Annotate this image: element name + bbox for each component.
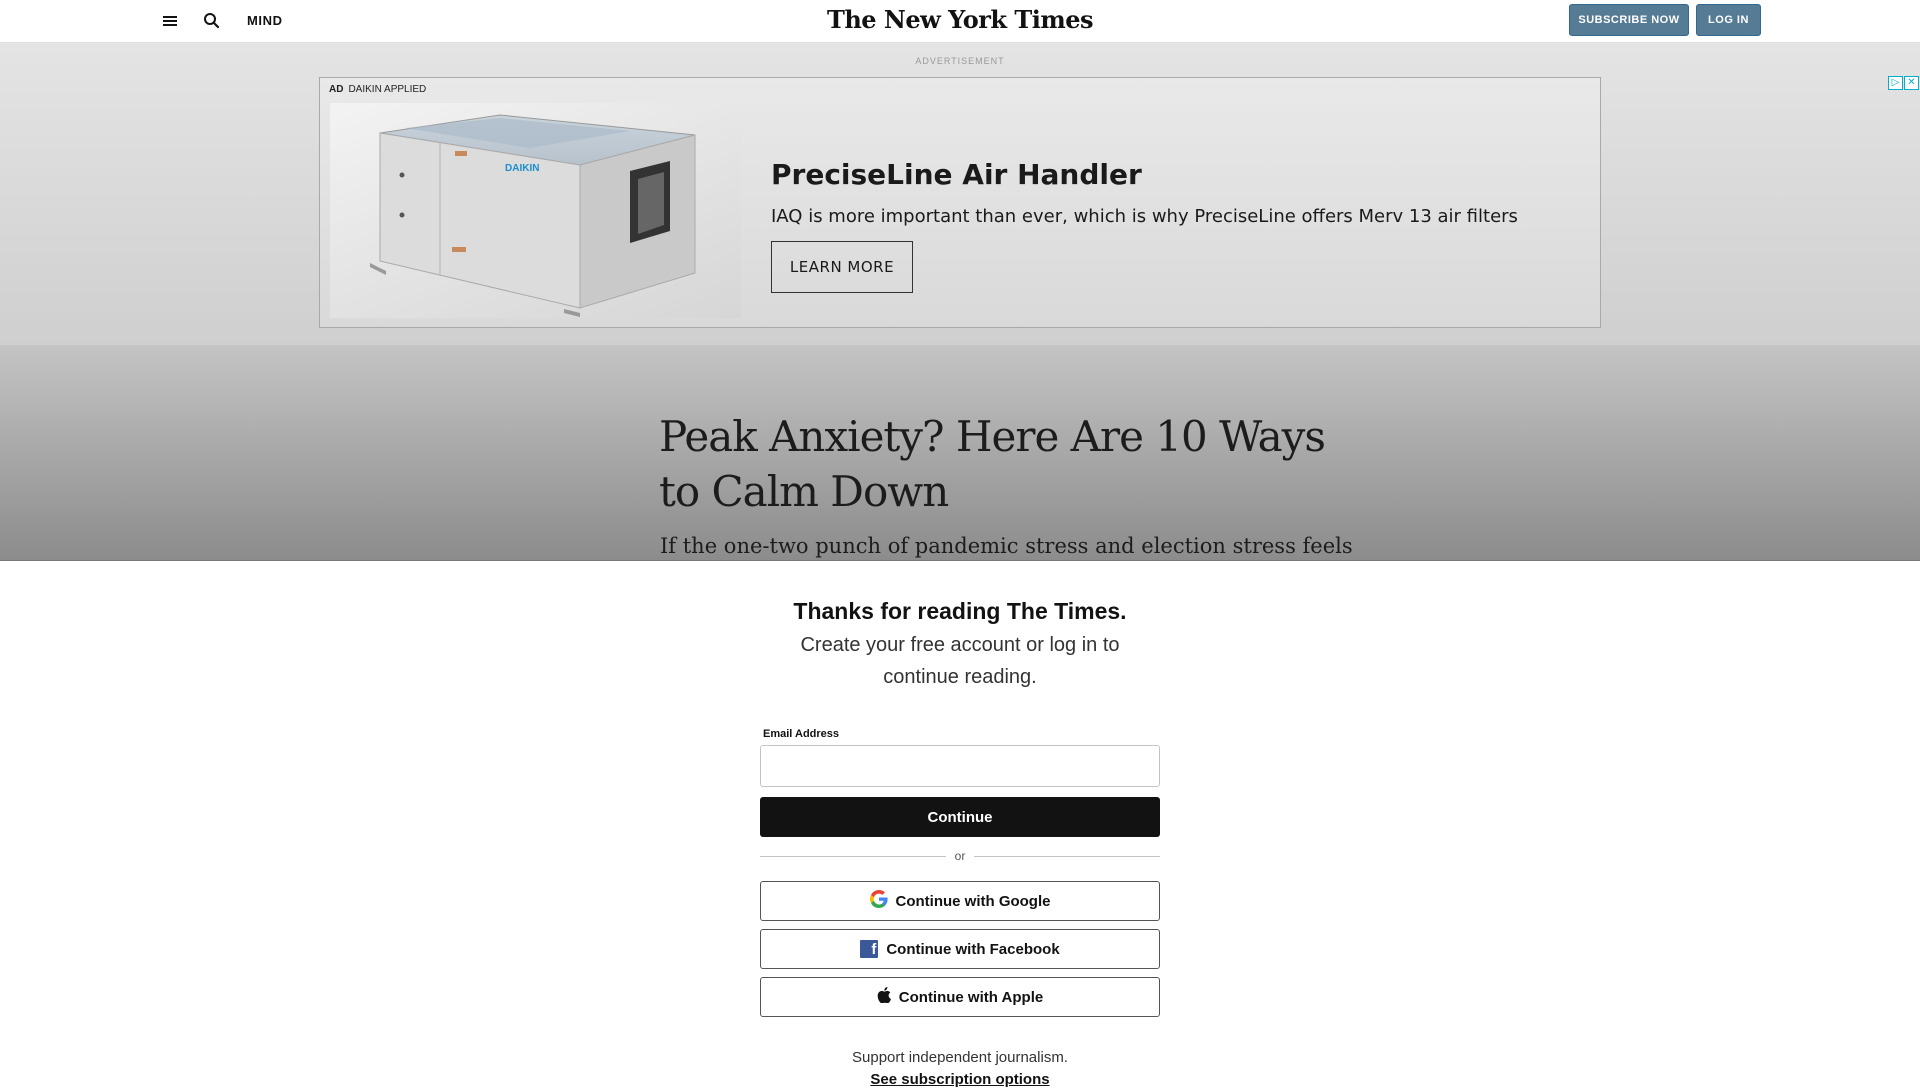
adchoices-icon[interactable]: ▷: [1888, 76, 1903, 90]
adchoices: ▷ ✕: [1888, 76, 1919, 90]
regwall-title: Thanks for reading The Times.: [793, 598, 1127, 624]
ad-close-icon[interactable]: ✕: [1904, 76, 1919, 90]
or-divider: or: [760, 849, 1160, 863]
ad-band: ADVERTISEMENT ▷ ✕ AD DAIKIN APPLIED DAIK…: [0, 43, 1920, 345]
support-text: Support independent journalism.: [852, 1049, 1068, 1066]
login-button[interactable]: LOG IN: [1696, 4, 1761, 36]
ad-product-image[interactable]: DAIKIN: [330, 103, 741, 318]
ad-advertiser: DAIKIN APPLIED: [348, 84, 427, 95]
continue-with-google-button[interactable]: Continue with Google: [760, 881, 1160, 921]
ad-tag: AD: [329, 84, 344, 95]
continue-with-apple-button[interactable]: Continue with Apple: [760, 977, 1160, 1017]
learn-more-button[interactable]: LEARN MORE: [771, 241, 913, 293]
divider-line-right: [974, 856, 1160, 857]
ad-sponsor: AD DAIKIN APPLIED: [329, 84, 426, 95]
regwall-subtitle: Create your free account or log in to co…: [800, 634, 1120, 688]
ad-headline[interactable]: PreciseLine Air Handler: [771, 158, 1142, 191]
section-link[interactable]: MIND: [247, 13, 283, 28]
email-field[interactable]: [760, 745, 1160, 787]
article-backdrop: ADVERTISEMENT ▷ ✕ AD DAIKIN APPLIED DAIK…: [0, 43, 1920, 560]
article-headline: Peak Anxiety? Here Are 10 Ways to Calm D…: [659, 412, 1326, 516]
article-summary: If the one-two punch of pandemic stress …: [660, 534, 1353, 558]
nyt-logo[interactable]: The New York Times: [827, 5, 1094, 34]
apple-icon: [877, 987, 891, 1007]
ad-body-text: IAQ is more important than ever, which i…: [771, 206, 1518, 227]
continue-button[interactable]: Continue: [760, 797, 1160, 837]
facebook-button-label: Continue with Facebook: [886, 940, 1060, 958]
apple-button-label: Continue with Apple: [898, 988, 1044, 1006]
article-preview: Peak Anxiety? Here Are 10 Ways to Calm D…: [0, 345, 1920, 560]
menu-icon[interactable]: [160, 12, 180, 30]
subscribe-button[interactable]: SUBSCRIBE NOW: [1569, 4, 1689, 36]
google-icon: [869, 890, 888, 912]
site-header: MIND The New York Times SUBSCRIBE NOW LO…: [0, 0, 1920, 43]
registration-wall: Thanks for reading The Times. Create you…: [0, 560, 1920, 1088]
daikin-wordmark: DAIKIN: [505, 163, 539, 174]
advertisement-label: ADVERTISEMENT: [915, 56, 1005, 66]
facebook-icon: f: [860, 940, 879, 958]
search-icon[interactable]: [202, 11, 222, 31]
email-label: Email Address: [763, 728, 840, 740]
google-button-label: Continue with Google: [895, 892, 1051, 910]
ad-unit[interactable]: AD DAIKIN APPLIED DAIKIN PreciseLine Air…: [319, 77, 1601, 328]
continue-with-facebook-button[interactable]: f Continue with Facebook: [760, 929, 1160, 969]
